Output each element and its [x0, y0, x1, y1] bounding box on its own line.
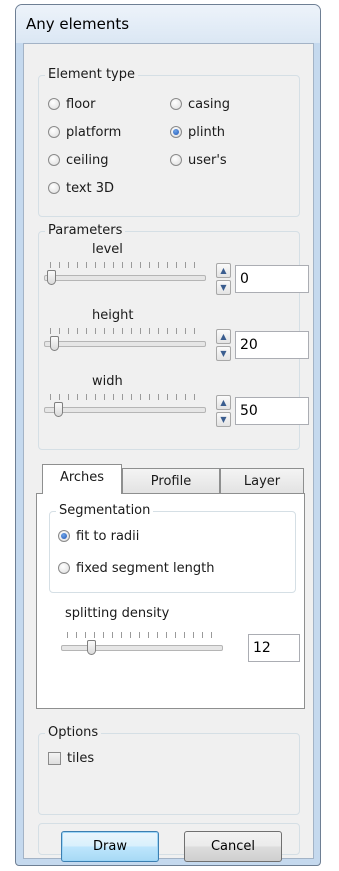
title-bar[interactable]: Any elements: [16, 5, 320, 43]
radio-label: platform: [66, 124, 122, 140]
slider-thumb[interactable]: [54, 402, 63, 417]
radio-button[interactable]: [170, 98, 182, 110]
radio-label: fit to radii: [76, 528, 140, 544]
radio-ceiling[interactable]: ceiling: [48, 150, 108, 170]
radio-text-3d[interactable]: text 3D: [48, 178, 114, 198]
height-spinner: ▲ ▼: [216, 329, 231, 361]
slider-track: [44, 275, 206, 281]
radio-button[interactable]: [48, 126, 60, 138]
arrow-up-icon[interactable]: ▲: [216, 263, 231, 278]
radio-button-selected[interactable]: [170, 126, 182, 138]
tiles-label: tiles: [67, 750, 95, 766]
parameters-title: Parameters: [45, 222, 126, 240]
tab-profile[interactable]: Profile: [122, 468, 220, 494]
radio-label: text 3D: [66, 180, 115, 196]
arrow-down-icon[interactable]: ▼: [216, 412, 231, 427]
arrow-down-icon[interactable]: ▼: [216, 346, 231, 361]
radio-fixed-segment-length[interactable]: fixed segment length: [58, 558, 214, 578]
splitting-density-slider[interactable]: [61, 630, 223, 660]
slider-track: [61, 645, 223, 651]
slider-track: [44, 407, 206, 413]
radio-button[interactable]: [48, 182, 60, 194]
radio-plinth[interactable]: plinth: [170, 122, 225, 142]
tiles-checkbox[interactable]: [48, 751, 61, 765]
level-slider[interactable]: [44, 260, 206, 290]
parameters-group: Parameters level ▲ ▼ 0 height ▲ ▼ 20 wid…: [38, 222, 309, 450]
dialog-client-area: Element type floor casing platform plint…: [23, 43, 314, 862]
element-type-title: Element type: [45, 66, 138, 84]
radio-platform[interactable]: platform: [48, 122, 121, 142]
slider-track: [44, 341, 206, 347]
options-group: Options tiles: [38, 724, 300, 815]
height-input[interactable]: 20: [235, 331, 309, 359]
radio-label: plinth: [188, 124, 226, 140]
segmentation-title: Segmentation: [56, 502, 154, 520]
slider-ticks: [50, 328, 200, 334]
height-slider[interactable]: [44, 326, 206, 356]
level-label: level: [92, 242, 123, 257]
radio-button[interactable]: [58, 562, 70, 574]
radio-label: floor: [66, 96, 96, 112]
level-input[interactable]: 0: [235, 265, 309, 293]
height-label: height: [92, 308, 134, 323]
width-label: widh: [92, 374, 123, 389]
arrow-up-icon[interactable]: ▲: [216, 329, 231, 344]
radio-casing[interactable]: casing: [170, 94, 230, 114]
radio-floor[interactable]: floor: [48, 94, 95, 114]
arrow-up-icon[interactable]: ▲: [216, 395, 231, 410]
radio-label: ceiling: [66, 152, 109, 168]
splitting-density-label: splitting density: [65, 606, 170, 621]
splitting-density-input[interactable]: 12: [248, 634, 300, 662]
radio-button[interactable]: [48, 154, 60, 166]
tab-layer[interactable]: Layer: [220, 468, 304, 494]
level-spinner: ▲ ▼: [216, 263, 231, 295]
arches-tab-panel: Segmentation fit to radii fixed segment …: [36, 493, 305, 709]
radio-button[interactable]: [170, 154, 182, 166]
dialog-window: Any elements Element type floor casing p…: [15, 4, 321, 866]
cancel-button[interactable]: Cancel: [184, 831, 282, 862]
options-title: Options: [45, 724, 102, 742]
slider-ticks: [50, 262, 200, 268]
width-spinner: ▲ ▼: [216, 395, 231, 427]
slider-thumb[interactable]: [87, 640, 96, 655]
radio-fit-to-radii[interactable]: fit to radii: [58, 526, 139, 546]
slider-thumb[interactable]: [47, 270, 56, 285]
radio-button-selected[interactable]: [58, 530, 70, 542]
slider-ticks: [67, 632, 217, 638]
tab-arches[interactable]: Arches: [42, 464, 122, 494]
radio-users[interactable]: user's: [170, 150, 227, 170]
radio-button[interactable]: [48, 98, 60, 110]
slider-thumb[interactable]: [50, 336, 59, 351]
width-input[interactable]: 50: [235, 397, 309, 425]
tiles-checkbox-row[interactable]: tiles: [48, 748, 94, 768]
arrow-down-icon[interactable]: ▼: [216, 280, 231, 295]
slider-ticks: [50, 394, 200, 400]
draw-button[interactable]: Draw: [61, 831, 159, 862]
window-title: Any elements: [26, 15, 130, 33]
width-slider[interactable]: [44, 392, 206, 422]
element-type-group: Element type floor casing platform plint…: [38, 66, 300, 217]
radio-label: casing: [188, 96, 230, 112]
radio-label: fixed segment length: [76, 560, 215, 576]
radio-label: user's: [188, 152, 227, 168]
segmentation-group: Segmentation fit to radii fixed segment …: [49, 502, 296, 593]
